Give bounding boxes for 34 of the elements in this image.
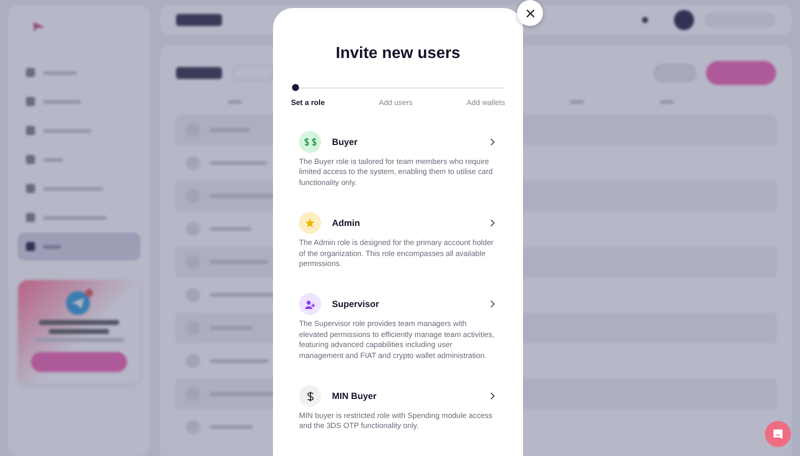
dialog-title: Invite new users	[334, 45, 462, 63]
new-user-button[interactable]	[706, 61, 776, 85]
double-dollar-icon	[304, 137, 316, 147]
chevron-right-icon	[490, 138, 495, 146]
close-button[interactable]	[517, 0, 543, 26]
blurred-text-placeholder	[49, 329, 109, 334]
menu-item-icon	[26, 155, 35, 164]
role-option[interactable]: MIN Buyer	[299, 385, 495, 408]
menu-item-icon	[26, 213, 35, 222]
chevron-right-icon	[490, 300, 495, 308]
progress-dot	[292, 84, 299, 91]
menu-item-icon	[26, 97, 35, 106]
chat-icon	[772, 428, 784, 440]
menu-item-icon	[26, 242, 35, 251]
notification-dot[interactable]	[642, 17, 648, 23]
role-option[interactable]: Supervisor	[299, 293, 495, 316]
promo-button[interactable]	[31, 352, 127, 372]
blurred-title-placeholder	[176, 67, 222, 79]
telegram-icon	[65, 288, 93, 316]
menu-item-icon	[26, 68, 35, 77]
avatar[interactable]	[674, 10, 694, 30]
menu-item-icon	[26, 126, 35, 135]
dollar-icon	[306, 390, 314, 402]
star-icon	[305, 218, 315, 228]
users-icon	[304, 300, 316, 309]
menu-item-icon	[26, 184, 35, 193]
role-option[interactable]: Buyer	[299, 131, 495, 153]
chevron-right-icon	[490, 392, 495, 400]
blurred-title-placeholder	[176, 14, 222, 26]
close-icon	[526, 8, 534, 18]
logo-icon	[32, 21, 46, 33]
chevron-right-icon	[490, 219, 495, 228]
sidebar-item[interactable]	[18, 233, 140, 260]
role-option[interactable]: Admin	[299, 212, 495, 234]
